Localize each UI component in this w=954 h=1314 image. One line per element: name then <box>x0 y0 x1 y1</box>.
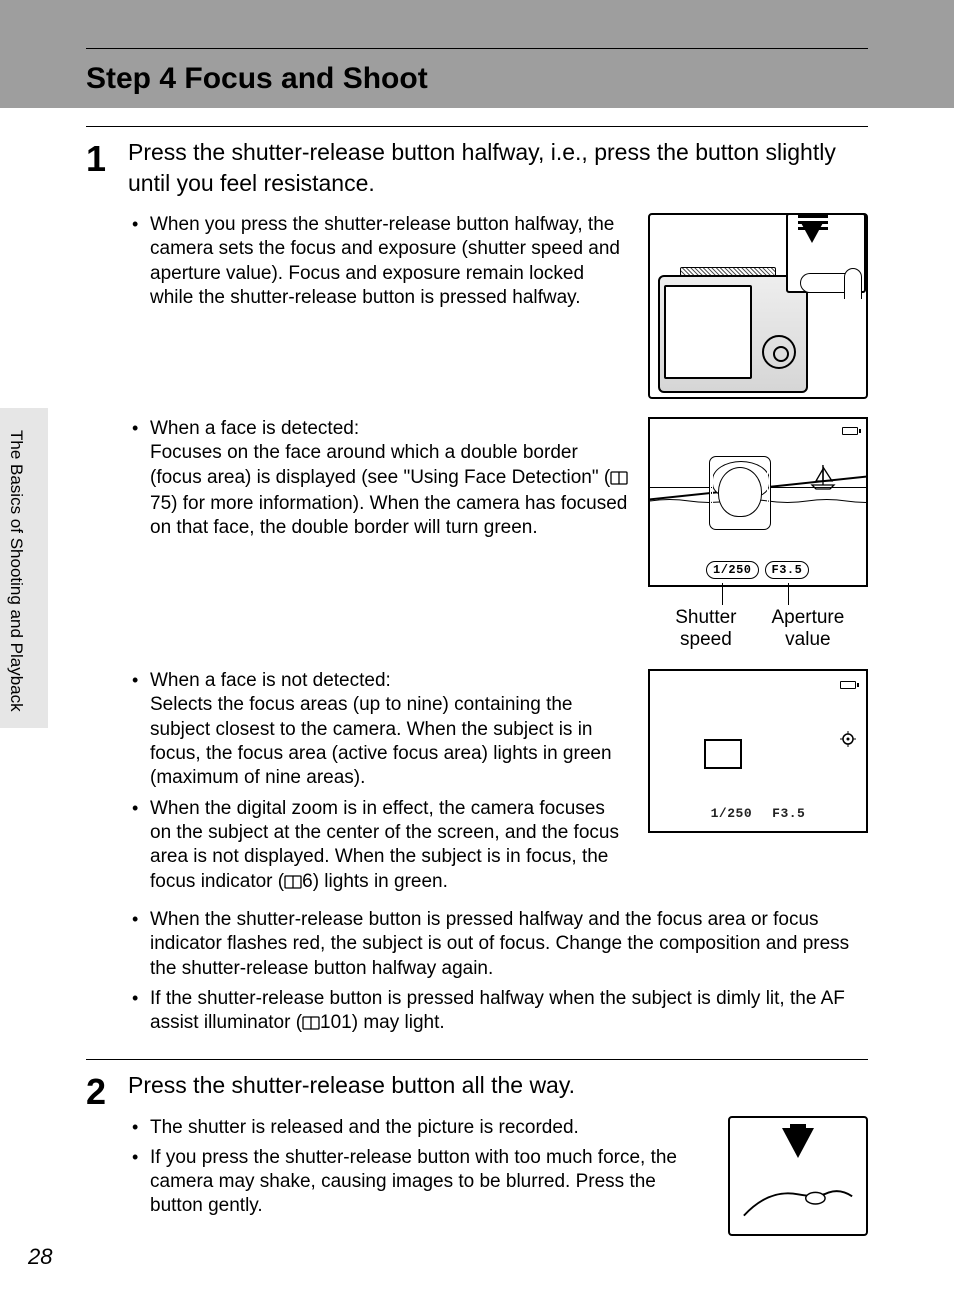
finger-icon <box>800 273 860 293</box>
finger-icon <box>740 1186 856 1222</box>
text: When a face is not detected: <box>150 670 391 691</box>
focus-area-icon <box>704 739 742 769</box>
shutter-speed-label: Shutter speed <box>656 607 756 651</box>
step-body: Press the shutter-release button halfway… <box>128 137 868 1043</box>
page: Step 4 Focus and Shoot The Basics of Sho… <box>0 0 954 1314</box>
row: When you press the shutter-release butto… <box>128 213 868 399</box>
list-item: If you press the shutter-release button … <box>150 1146 710 1219</box>
list-item: When a face is detected: Focuses on the … <box>150 417 630 541</box>
text: When you press the shutter-release butto… <box>150 214 620 308</box>
page-number: 28 <box>28 1244 52 1270</box>
step-heading: Press the shutter-release button halfway… <box>128 137 868 199</box>
exposure-readout: 1/250 F3.5 <box>650 806 866 821</box>
battery-icon <box>842 427 858 435</box>
callout-line-icon <box>788 583 789 605</box>
content: 1 Press the shutter-release button halfw… <box>86 126 868 1236</box>
text: ) for more information). When the camera… <box>150 493 627 538</box>
list-item: When the shutter-release button is press… <box>150 908 868 981</box>
list-item: The shutter is released and the picture … <box>150 1116 710 1140</box>
step-number: 2 <box>86 1074 128 1110</box>
list-item: When you press the shutter-release butto… <box>150 213 630 310</box>
divider <box>86 126 868 127</box>
text: ) may light. <box>352 1012 445 1033</box>
focus-indicator-icon <box>840 731 856 750</box>
bullet-list: When you press the shutter-release butto… <box>128 213 630 316</box>
callout-labels: Shutter speed Aperture value <box>648 593 868 651</box>
text: 101 <box>320 1012 352 1033</box>
camera-lcd-icon <box>664 285 752 379</box>
arrow-down-icon <box>800 221 824 243</box>
section-title: Step 4 Focus and Shoot <box>86 62 428 96</box>
row: When a face is detected: Focuses on the … <box>128 417 868 651</box>
text: 6 <box>302 871 313 892</box>
camera-dial-icon <box>762 335 796 369</box>
row: When a face is not detected: Selects the… <box>128 669 868 902</box>
figure-focus-area-screen: 1/250 F3.5 <box>648 669 868 833</box>
aperture-value: F3.5 <box>772 806 805 821</box>
divider <box>86 1059 868 1060</box>
sailboat-icon <box>808 463 838 491</box>
bullet-list: When a face is detected: Focuses on the … <box>128 417 630 547</box>
text: 75 <box>150 493 171 514</box>
figure-full-press <box>728 1116 868 1236</box>
text: When a face is detected: <box>150 418 359 439</box>
bullet-list: The shutter is released and the picture … <box>128 1116 710 1225</box>
page-reference-icon <box>284 872 302 896</box>
exposure-readout: 1/250 F3.5 <box>706 561 815 579</box>
focus-frame-icon <box>710 457 770 529</box>
page-reference-icon <box>302 1013 320 1037</box>
step-2: 2 Press the shutter-release button all t… <box>86 1070 868 1235</box>
arrow-down-icon <box>782 1128 814 1158</box>
bullet-list: When a face is not detected: Selects the… <box>128 669 630 902</box>
bullet-list: When the shutter-release button is press… <box>128 908 868 1038</box>
text: ) lights in green. <box>313 871 448 892</box>
text: When the shutter-release button is press… <box>150 909 849 979</box>
side-tab-label: The Basics of Shooting and Playback <box>6 430 26 712</box>
shutter-speed-value: 1/250 <box>711 806 753 821</box>
page-reference-icon <box>610 468 628 492</box>
step-number: 1 <box>86 141 128 177</box>
figure-face-detection-screen: 1/250 F3.5 <box>648 417 868 587</box>
figure-camera-halfpress <box>648 213 868 399</box>
step-heading: Press the shutter-release button all the… <box>128 1070 868 1101</box>
text: If the shutter-release button is pressed… <box>150 988 845 1033</box>
shutter-speed-value: 1/250 <box>706 561 759 579</box>
row: The shutter is released and the picture … <box>128 1116 868 1236</box>
shutter-inset-icon <box>786 213 866 293</box>
aperture-value-label: Aperture value <box>756 607 860 651</box>
callout-line-icon <box>722 583 723 605</box>
figure-with-callouts: 1/250 F3.5 Shutter speed Aperture value <box>648 417 868 651</box>
aperture-value: F3.5 <box>765 561 810 579</box>
step-body: Press the shutter-release button all the… <box>128 1070 868 1235</box>
text: Selects the focus areas (up to nine) con… <box>150 694 612 788</box>
list-item: When the digital zoom is in effect, the … <box>150 797 630 896</box>
battery-icon <box>840 681 856 689</box>
text: If you press the shutter-release button … <box>150 1147 677 1217</box>
list-item: When a face is not detected: Selects the… <box>150 669 630 791</box>
list-item: If the shutter-release button is pressed… <box>150 987 868 1038</box>
step-1: 1 Press the shutter-release button halfw… <box>86 137 868 1043</box>
text: The shutter is released and the picture … <box>150 1117 579 1138</box>
text: Focuses on the face around which a doubl… <box>150 442 610 487</box>
header-rule <box>86 48 868 49</box>
